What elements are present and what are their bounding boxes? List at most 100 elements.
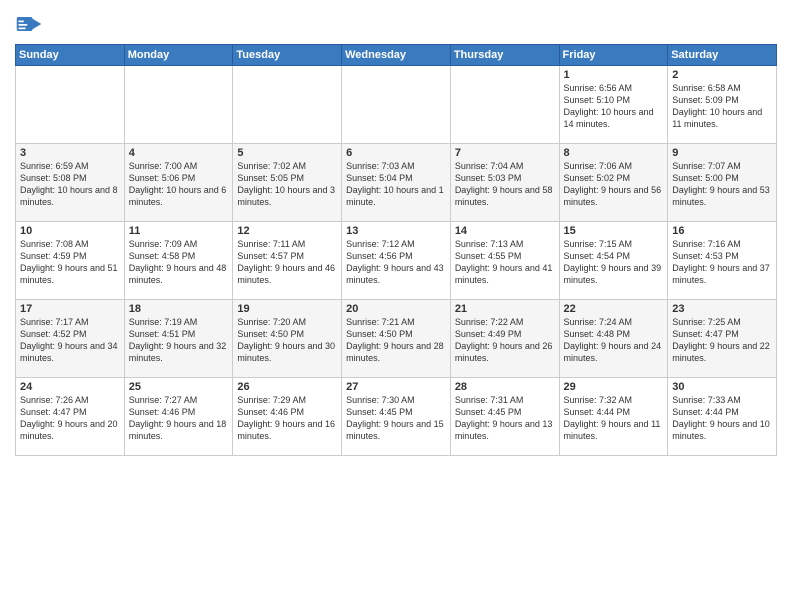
- cell-info: Sunrise: 7:26 AM Sunset: 4:47 PM Dayligh…: [20, 395, 118, 441]
- cell-info: Sunrise: 7:11 AM Sunset: 4:57 PM Dayligh…: [237, 239, 335, 285]
- weekday-header-friday: Friday: [559, 45, 668, 66]
- weekday-header-sunday: Sunday: [16, 45, 125, 66]
- day-number: 4: [129, 147, 229, 159]
- calendar-table: SundayMondayTuesdayWednesdayThursdayFrid…: [15, 44, 777, 456]
- day-number: 5: [237, 147, 337, 159]
- cell-info: Sunrise: 7:00 AM Sunset: 5:06 PM Dayligh…: [129, 161, 227, 207]
- calendar-cell: 29 Sunrise: 7:32 AM Sunset: 4:44 PM Dayli…: [559, 378, 668, 456]
- day-number: 20: [346, 303, 446, 315]
- cell-info: Sunrise: 7:20 AM Sunset: 4:50 PM Dayligh…: [237, 317, 335, 363]
- calendar-cell: 18 Sunrise: 7:19 AM Sunset: 4:51 PM Dayli…: [124, 300, 233, 378]
- day-number: 10: [20, 225, 120, 237]
- calendar-cell: [124, 66, 233, 144]
- calendar-cell: 22 Sunrise: 7:24 AM Sunset: 4:48 PM Dayli…: [559, 300, 668, 378]
- cell-info: Sunrise: 7:02 AM Sunset: 5:05 PM Dayligh…: [237, 161, 335, 207]
- day-number: 11: [129, 225, 229, 237]
- calendar-cell: 15 Sunrise: 7:15 AM Sunset: 4:54 PM Dayli…: [559, 222, 668, 300]
- calendar-cell: 1Sunrise: 6:56 AM Sunset: 5:10 PM Daylig…: [559, 66, 668, 144]
- day-number: 27: [346, 381, 446, 393]
- cell-info: Sunrise: 7:15 AM Sunset: 4:54 PM Dayligh…: [564, 239, 662, 285]
- cell-info: Sunrise: 7:08 AM Sunset: 4:59 PM Dayligh…: [20, 239, 118, 285]
- calendar-cell: [342, 66, 451, 144]
- calendar-cell: 14 Sunrise: 7:13 AM Sunset: 4:55 PM Dayli…: [450, 222, 559, 300]
- cell-info: Sunrise: 7:27 AM Sunset: 4:46 PM Dayligh…: [129, 395, 227, 441]
- calendar-cell: 26 Sunrise: 7:29 AM Sunset: 4:46 PM Dayli…: [233, 378, 342, 456]
- calendar-cell: 16 Sunrise: 7:16 AM Sunset: 4:53 PM Dayli…: [668, 222, 777, 300]
- day-number: 25: [129, 381, 229, 393]
- calendar-cell: 6 Sunrise: 7:03 AM Sunset: 5:04 PM Daylig…: [342, 144, 451, 222]
- calendar-cell: 17 Sunrise: 7:17 AM Sunset: 4:52 PM Dayli…: [16, 300, 125, 378]
- day-number: 14: [455, 225, 555, 237]
- calendar-cell: 25 Sunrise: 7:27 AM Sunset: 4:46 PM Dayli…: [124, 378, 233, 456]
- day-number: 16: [672, 225, 772, 237]
- cell-info: Sunrise: 7:12 AM Sunset: 4:56 PM Dayligh…: [346, 239, 444, 285]
- calendar-cell: 27 Sunrise: 7:30 AM Sunset: 4:45 PM Dayli…: [342, 378, 451, 456]
- cell-info: Sunrise: 7:19 AM Sunset: 4:51 PM Dayligh…: [129, 317, 227, 363]
- calendar-cell: 12Sunrise: 7:11 AM Sunset: 4:57 PM Dayli…: [233, 222, 342, 300]
- calendar-cell: 11Sunrise: 7:09 AM Sunset: 4:58 PM Dayli…: [124, 222, 233, 300]
- day-number: 3: [20, 147, 120, 159]
- day-number: 30: [672, 381, 772, 393]
- calendar-cell: 24 Sunrise: 7:26 AM Sunset: 4:47 PM Dayli…: [16, 378, 125, 456]
- calendar-cell: 19 Sunrise: 7:20 AM Sunset: 4:50 PM Dayli…: [233, 300, 342, 378]
- calendar-cell: [450, 66, 559, 144]
- week-row-4: 17 Sunrise: 7:17 AM Sunset: 4:52 PM Dayli…: [16, 300, 777, 378]
- cell-info: Sunrise: 6:58 AM Sunset: 5:09 PM Dayligh…: [672, 83, 762, 129]
- calendar-cell: [233, 66, 342, 144]
- cell-info: Sunrise: 7:04 AM Sunset: 5:03 PM Dayligh…: [455, 161, 553, 207]
- day-number: 23: [672, 303, 772, 315]
- cell-info: Sunrise: 7:06 AM Sunset: 5:02 PM Dayligh…: [564, 161, 662, 207]
- cell-info: Sunrise: 7:17 AM Sunset: 4:52 PM Dayligh…: [20, 317, 118, 363]
- cell-info: Sunrise: 7:22 AM Sunset: 4:49 PM Dayligh…: [455, 317, 553, 363]
- weekday-header-tuesday: Tuesday: [233, 45, 342, 66]
- cell-info: Sunrise: 7:29 AM Sunset: 4:46 PM Dayligh…: [237, 395, 335, 441]
- weekday-header-monday: Monday: [124, 45, 233, 66]
- week-row-1: 1Sunrise: 6:56 AM Sunset: 5:10 PM Daylig…: [16, 66, 777, 144]
- cell-info: Sunrise: 7:21 AM Sunset: 4:50 PM Dayligh…: [346, 317, 444, 363]
- calendar-cell: 4 Sunrise: 7:00 AM Sunset: 5:06 PM Daylig…: [124, 144, 233, 222]
- day-number: 21: [455, 303, 555, 315]
- day-number: 15: [564, 225, 664, 237]
- day-number: 6: [346, 147, 446, 159]
- calendar-cell: 5 Sunrise: 7:02 AM Sunset: 5:05 PM Daylig…: [233, 144, 342, 222]
- day-number: 7: [455, 147, 555, 159]
- calendar-cell: 13Sunrise: 7:12 AM Sunset: 4:56 PM Dayli…: [342, 222, 451, 300]
- day-number: 28: [455, 381, 555, 393]
- weekday-header-wednesday: Wednesday: [342, 45, 451, 66]
- calendar-cell: 3Sunrise: 6:59 AM Sunset: 5:08 PM Daylig…: [16, 144, 125, 222]
- calendar-cell: 8 Sunrise: 7:06 AM Sunset: 5:02 PM Daylig…: [559, 144, 668, 222]
- calendar-cell: 7 Sunrise: 7:04 AM Sunset: 5:03 PM Daylig…: [450, 144, 559, 222]
- calendar-cell: 21 Sunrise: 7:22 AM Sunset: 4:49 PM Dayli…: [450, 300, 559, 378]
- day-number: 1: [564, 69, 664, 81]
- cell-info: Sunrise: 7:13 AM Sunset: 4:55 PM Dayligh…: [455, 239, 553, 285]
- week-row-2: 3Sunrise: 6:59 AM Sunset: 5:08 PM Daylig…: [16, 144, 777, 222]
- day-number: 8: [564, 147, 664, 159]
- cell-info: Sunrise: 7:24 AM Sunset: 4:48 PM Dayligh…: [564, 317, 662, 363]
- cell-info: Sunrise: 7:16 AM Sunset: 4:53 PM Dayligh…: [672, 239, 770, 285]
- day-number: 9: [672, 147, 772, 159]
- cell-info: Sunrise: 7:32 AM Sunset: 4:44 PM Dayligh…: [564, 395, 661, 441]
- cell-info: Sunrise: 7:30 AM Sunset: 4:45 PM Dayligh…: [346, 395, 444, 441]
- week-row-5: 24 Sunrise: 7:26 AM Sunset: 4:47 PM Dayli…: [16, 378, 777, 456]
- day-number: 22: [564, 303, 664, 315]
- day-number: 26: [237, 381, 337, 393]
- logo: [15, 10, 47, 38]
- day-number: 29: [564, 381, 664, 393]
- cell-info: Sunrise: 7:31 AM Sunset: 4:45 PM Dayligh…: [455, 395, 553, 441]
- weekday-header-saturday: Saturday: [668, 45, 777, 66]
- weekday-header-thursday: Thursday: [450, 45, 559, 66]
- cell-info: Sunrise: 7:07 AM Sunset: 5:00 PM Dayligh…: [672, 161, 770, 207]
- day-number: 19: [237, 303, 337, 315]
- day-number: 17: [20, 303, 120, 315]
- week-row-3: 10 Sunrise: 7:08 AM Sunset: 4:59 PM Dayli…: [16, 222, 777, 300]
- day-number: 24: [20, 381, 120, 393]
- calendar-cell: 23Sunrise: 7:25 AM Sunset: 4:47 PM Dayli…: [668, 300, 777, 378]
- calendar-cell: 20 Sunrise: 7:21 AM Sunset: 4:50 PM Dayli…: [342, 300, 451, 378]
- calendar-cell: 9 Sunrise: 7:07 AM Sunset: 5:00 PM Daylig…: [668, 144, 777, 222]
- cell-info: Sunrise: 7:03 AM Sunset: 5:04 PM Dayligh…: [346, 161, 444, 207]
- weekday-header-row: SundayMondayTuesdayWednesdayThursdayFrid…: [16, 45, 777, 66]
- cell-info: Sunrise: 7:33 AM Sunset: 4:44 PM Dayligh…: [672, 395, 770, 441]
- day-number: 18: [129, 303, 229, 315]
- calendar-cell: 30 Sunrise: 7:33 AM Sunset: 4:44 PM Dayli…: [668, 378, 777, 456]
- calendar-cell: 10 Sunrise: 7:08 AM Sunset: 4:59 PM Dayli…: [16, 222, 125, 300]
